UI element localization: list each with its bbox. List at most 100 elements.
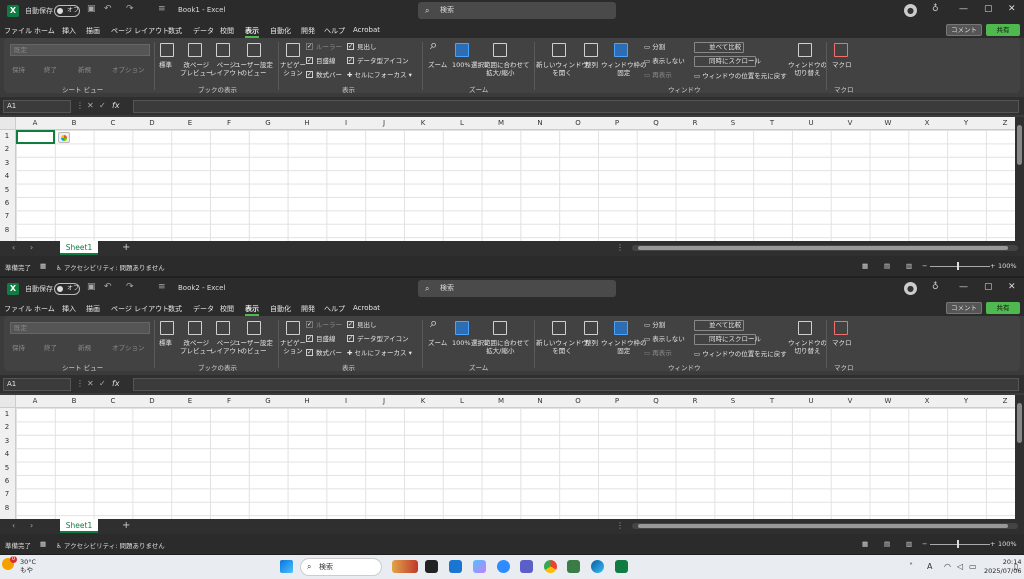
menu-tab-8[interactable]: 表示 xyxy=(245,26,259,38)
row-header[interactable]: 2 xyxy=(0,145,14,153)
split-button[interactable]: ▭ 分割 xyxy=(644,43,665,51)
chrome-icon[interactable] xyxy=(544,560,557,573)
row-header[interactable]: 5 xyxy=(0,186,14,194)
switch-window-button[interactable]: ウィンドウの 切り替え xyxy=(788,61,827,77)
sheetview-exit-button[interactable]: 終了 xyxy=(44,66,57,74)
column-header[interactable]: F xyxy=(210,397,248,405)
column-header[interactable]: J xyxy=(365,397,403,405)
zoom-slider[interactable] xyxy=(930,266,990,267)
undo-icon[interactable]: ↶ xyxy=(104,282,112,292)
enter-icon[interactable]: ✓ xyxy=(99,379,106,388)
row-header[interactable]: 5 xyxy=(0,464,14,472)
page-break-button[interactable]: 改ページ プレビュー xyxy=(180,339,213,355)
column-header[interactable]: H xyxy=(288,397,326,405)
column-header[interactable]: U xyxy=(792,119,830,127)
column-header[interactable]: P xyxy=(598,397,636,405)
menu-tab-6[interactable]: データ xyxy=(193,304,214,314)
close-icon[interactable]: ✕ xyxy=(1008,4,1016,14)
wifi-icon[interactable]: ◠ xyxy=(944,562,951,571)
sheetview-keep-button[interactable]: 保持 xyxy=(12,66,25,74)
menu-tab-3[interactable]: 描画 xyxy=(86,304,100,314)
add-sheet-icon[interactable]: + xyxy=(122,520,130,531)
datatype-checkbox[interactable]: ✓ xyxy=(347,57,354,64)
zoom-icon[interactable]: ⌕ xyxy=(430,39,437,52)
column-header[interactable]: G xyxy=(249,119,287,127)
zoom-selection-button[interactable]: 選択範囲に合わせて 拡大/縮小 xyxy=(471,61,530,77)
share-button[interactable]: 共有 xyxy=(986,302,1020,314)
user-avatar-icon[interactable]: ● xyxy=(904,4,917,17)
switch-window-icon[interactable] xyxy=(798,321,812,335)
zoom-out-icon[interactable]: − xyxy=(922,262,927,270)
zoom-level[interactable]: 100% xyxy=(998,540,1017,548)
teams-icon[interactable] xyxy=(520,560,533,573)
sheetview-exit-button[interactable]: 終了 xyxy=(44,344,57,352)
macro-record-icon[interactable]: ▦ xyxy=(40,262,46,270)
customize-qat-icon[interactable]: ≡ xyxy=(158,4,166,14)
normal-view-button[interactable]: 標準 xyxy=(159,339,172,347)
split-button[interactable]: ▭ 分割 xyxy=(644,321,665,329)
column-header[interactable]: W xyxy=(869,397,907,405)
freeze-panes-button[interactable]: ウィンドウ枠の 固定 xyxy=(601,61,647,77)
focus-cell-button[interactable]: ✚ セルにフォーカス ▾ xyxy=(347,349,412,357)
navigation-icon[interactable] xyxy=(286,43,300,57)
zoom-button[interactable]: ズーム xyxy=(428,339,447,347)
custom-view-icon[interactable] xyxy=(247,321,261,335)
menu-tab-10[interactable]: 開発 xyxy=(301,304,315,314)
arrange-icon[interactable] xyxy=(584,321,598,335)
ruler-checkbox[interactable]: ✓ xyxy=(306,321,313,328)
freeze-panes-icon[interactable] xyxy=(614,43,628,57)
new-window-button[interactable]: 新しいウィンドウ を開く xyxy=(536,61,588,77)
sync-scroll-button[interactable]: 同時にスクロール xyxy=(694,334,761,345)
save-icon[interactable]: ▣ xyxy=(87,4,96,14)
menu-tab-2[interactable]: 挿入 xyxy=(62,26,76,36)
row-header[interactable]: 7 xyxy=(0,212,14,220)
column-header[interactable]: C xyxy=(94,119,132,127)
minimize-icon[interactable]: — xyxy=(959,4,968,14)
select-all-button[interactable] xyxy=(0,117,16,130)
page-break-button[interactable]: 改ページ プレビュー xyxy=(180,61,213,77)
page-layout-icon[interactable] xyxy=(216,321,230,335)
column-header[interactable]: O xyxy=(559,119,597,127)
side-by-side-button[interactable]: 並べて比較 xyxy=(694,42,744,53)
horizontal-scroll-thumb[interactable] xyxy=(638,524,1008,528)
column-header[interactable]: K xyxy=(404,119,442,127)
copilot-quick-icon[interactable] xyxy=(58,132,70,143)
excel-taskbar-icon[interactable] xyxy=(615,560,628,573)
zoom-selection-button[interactable]: 選択範囲に合わせて 拡大/縮小 xyxy=(471,339,530,355)
column-header[interactable]: V xyxy=(831,119,869,127)
sheetview-new-button[interactable]: 新規 xyxy=(78,344,91,352)
column-header[interactable]: J xyxy=(365,119,403,127)
formula-input[interactable] xyxy=(133,378,1019,391)
lightbulb-icon[interactable]: ♁ xyxy=(932,282,939,292)
redo-icon[interactable]: ↷ xyxy=(126,282,134,292)
normal-view-status-icon[interactable]: ▦ xyxy=(862,262,868,270)
normal-view-status-icon[interactable]: ▦ xyxy=(862,540,868,548)
vertical-scroll-thumb[interactable] xyxy=(1017,125,1022,165)
ime-icon[interactable]: A xyxy=(927,562,932,571)
column-header[interactable]: S xyxy=(714,397,752,405)
app-icon[interactable] xyxy=(449,560,462,573)
zoom-100-icon[interactable] xyxy=(455,321,469,335)
column-header[interactable]: T xyxy=(753,119,791,127)
widget-app-icon[interactable] xyxy=(392,560,418,573)
enter-icon[interactable]: ✓ xyxy=(99,101,106,110)
navigation-icon[interactable] xyxy=(286,321,300,335)
formula-input[interactable] xyxy=(133,100,1019,113)
formulabar-checkbox[interactable]: ✓ xyxy=(306,349,313,356)
zoom-100-button[interactable]: 100% xyxy=(452,339,471,347)
menu-tab-4[interactable]: ページ レイアウト xyxy=(111,304,169,314)
reset-position-button[interactable]: ▭ ウィンドウの位置を元に戻す xyxy=(694,72,787,80)
undo-icon[interactable]: ↶ xyxy=(104,4,112,14)
column-header[interactable]: X xyxy=(908,397,946,405)
sheet-view-dropdown[interactable]: 既定 xyxy=(10,322,150,334)
freeze-panes-button[interactable]: ウィンドウ枠の 固定 xyxy=(601,339,647,355)
menu-tab-11[interactable]: ヘルプ xyxy=(324,304,345,314)
row-header[interactable]: 2 xyxy=(0,423,14,431)
menu-tab-9[interactable]: 自動化 xyxy=(270,304,291,314)
zoom-level[interactable]: 100% xyxy=(998,262,1017,270)
page-layout-status-icon[interactable]: ▤ xyxy=(884,540,890,548)
horizontal-scrollbar[interactable] xyxy=(632,523,1018,529)
sheet-view-dropdown[interactable]: 既定 xyxy=(10,44,150,56)
menu-tab-8[interactable]: 表示 xyxy=(245,304,259,316)
normal-view-icon[interactable] xyxy=(160,43,174,57)
